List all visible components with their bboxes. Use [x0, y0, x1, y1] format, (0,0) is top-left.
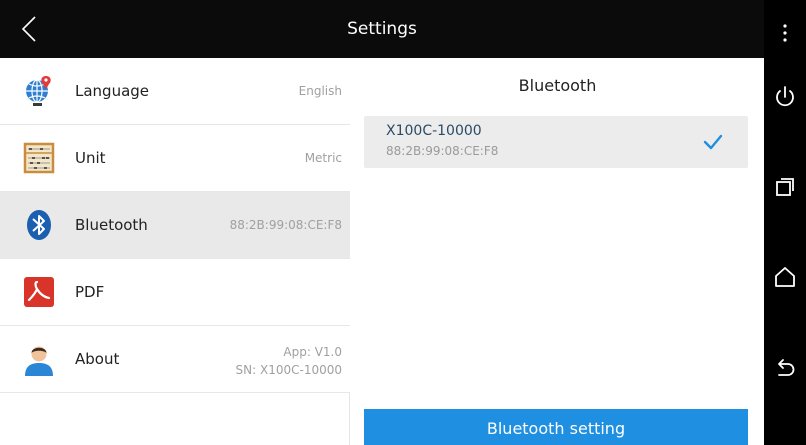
bluetooth-icon	[27, 210, 51, 240]
bluetooth-setting-button[interactable]: Bluetooth setting	[364, 409, 748, 445]
sidebar-item-label: Unit	[75, 149, 106, 167]
abacus-icon	[23, 142, 55, 174]
sidebar-item-value: 88:2B:99:08:CE:F8	[229, 218, 342, 232]
title-bar: Settings	[0, 0, 764, 58]
sidebar-item-value: App: V1.0 SN: X100C-10000	[236, 343, 342, 379]
app-version: App: V1.0	[283, 345, 342, 359]
settings-sidebar: Language English Unit Metric Bluetooth 8…	[0, 58, 350, 445]
sidebar-item-label: Language	[75, 82, 150, 100]
power-icon[interactable]	[772, 84, 798, 110]
home-icon[interactable]	[772, 264, 798, 290]
system-nav-bar	[764, 0, 806, 445]
globe-pin-icon	[26, 76, 51, 106]
sidebar-item-pdf[interactable]: PDF	[0, 259, 350, 326]
back-icon[interactable]	[772, 356, 798, 382]
check-icon	[703, 134, 723, 150]
user-avatar-icon	[25, 346, 53, 376]
sidebar-item-unit[interactable]: Unit Metric	[0, 125, 350, 192]
device-address: 88:2B:99:08:CE:F8	[386, 144, 499, 158]
settings-app: Settings Language English Unit Metric Bl…	[0, 0, 764, 445]
sidebar-item-language[interactable]: Language English	[0, 58, 350, 125]
sidebar-item-value: Metric	[304, 151, 342, 165]
sidebar-item-value: English	[298, 84, 342, 98]
sidebar-item-label: PDF	[75, 283, 105, 301]
sidebar-item-label: Bluetooth	[75, 216, 148, 234]
pdf-icon	[24, 277, 54, 307]
serial-number: SN: X100C-10000	[235, 363, 342, 377]
sidebar-item-about[interactable]: About App: V1.0 SN: X100C-10000	[0, 326, 350, 393]
sidebar-item-bluetooth[interactable]: Bluetooth 88:2B:99:08:CE:F8	[0, 192, 350, 259]
device-list-item[interactable]: X100C-10000 88:2B:99:08:CE:F8	[364, 116, 748, 168]
panel-heading: Bluetooth	[518, 76, 597, 95]
page-title: Settings	[347, 19, 417, 39]
recent-apps-icon[interactable]	[772, 174, 798, 200]
sidebar-item-label: About	[75, 350, 120, 368]
device-name: X100C-10000	[386, 123, 482, 139]
bluetooth-panel: Bluetooth X100C-10000 88:2B:99:08:CE:F8 …	[351, 58, 764, 445]
more-vert-icon[interactable]	[772, 20, 798, 46]
